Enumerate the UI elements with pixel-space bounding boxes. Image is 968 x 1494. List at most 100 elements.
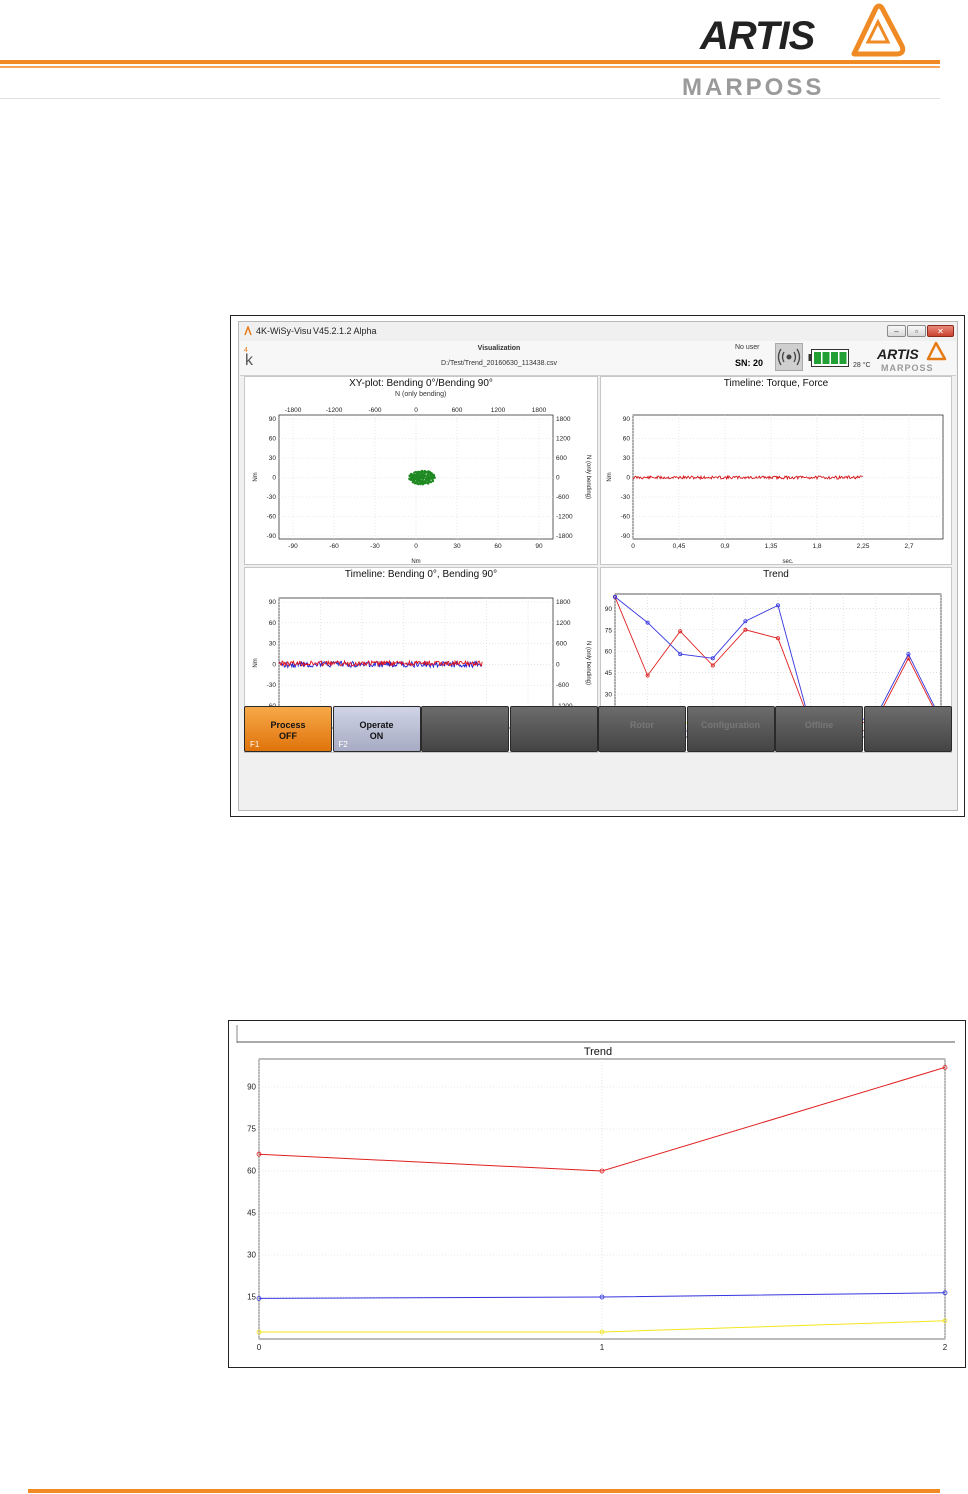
y-tick-label: 30 [269,455,277,462]
xy-point [415,473,418,476]
x-tick-label: 90 [535,543,543,550]
y-tick-label: 90 [269,599,277,606]
x-tick-label: 2 [943,1343,948,1352]
xy-point [410,474,413,477]
xy-point [425,470,428,473]
y-tick-label: 0 [626,475,630,482]
x-tick-label: 1,8 [812,543,821,550]
panel-torque-force: Timeline: Torque, Force 90 60 30 0 -30 -60 -90… [600,376,952,565]
x2-tick-label: 0 [414,407,418,414]
xy-point [428,479,431,482]
function-key-1[interactable]: Process OFF F1 [244,706,332,752]
y2-tick-label: -600 [556,682,569,689]
x-tick-label: -60 [329,543,339,550]
y2-tick-label: -600 [556,494,569,501]
y-tick-label: 30 [269,641,277,648]
marposs-logo-text: MARPOSS [682,74,825,101]
brand-marposs: MARPOSS [881,363,934,373]
wireless-signal-icon [777,348,801,366]
function-key-shortcut: F1 [250,740,260,749]
xy-point [418,480,421,483]
y-tick-label: 30 [623,455,631,462]
x2-tick-label: -1800 [285,407,302,414]
user-status: No user [735,344,760,351]
function-key-8[interactable] [863,706,952,752]
y2-tick-label: 600 [556,455,567,462]
xy-point [417,470,421,473]
app-window: 4K-WiSy-Visu V45.2.1.2 Alpha – ▫ ✕ 4 k V… [238,321,958,811]
x-tick-label: 0 [257,1343,262,1352]
xy-point [420,469,423,473]
4k-logo-icon: 4 k [244,347,254,368]
x-tick-label: 0,9 [720,543,729,550]
torque-chart: 9060300-30-60-900 0,45 0,9 1,35 1,8 2,25 2,7Nm… [607,414,944,565]
xy-point [421,479,424,482]
y2-tick-label: -1200 [556,514,573,521]
function-key-6[interactable]: Configuration [686,706,775,752]
y-tick-label: -60 [621,514,631,521]
maximize-button[interactable]: ▫ [907,325,926,337]
y2-tick-label: 0 [556,475,560,482]
function-key-7[interactable]: Offline [775,706,863,752]
xy-point [426,473,429,476]
x-tick-label: 0 [631,543,635,550]
xy-plot-chart: 9060300-30-60-90180012006000-600-1200-18… [253,407,591,565]
function-key-label: Configuration [701,720,760,730]
x-tick-label: 0,45 [673,543,686,550]
x-tick-label: 30 [453,543,461,550]
xy-point [415,478,419,481]
y-tick-label: 30 [605,692,613,699]
x-tick-label: 1 [600,1343,605,1352]
function-key-5[interactable]: Rotor [598,706,686,752]
x-tick-label: 60 [494,543,502,550]
wireless-status-button[interactable] [775,343,803,371]
function-key-label: Process OFF [270,720,306,741]
y2-tick-label: 1200 [556,436,571,443]
y-tick-label: 90 [269,416,277,423]
x2-tick-label: -600 [368,407,381,414]
app-icon [244,326,252,336]
window-title: 4K-WiSy-Visu [256,326,312,336]
trend-zoom-chart: Trend 90 75 60 45 30 15 0 1 2 [236,1025,955,1352]
xy-point [428,472,431,475]
y-tick-label: -30 [267,494,277,501]
y-tick-label: 60 [269,620,277,627]
bending-right-axis-label: N (only bending) [585,641,591,685]
x2-tick-label: 600 [452,407,463,414]
header-title: Visualization [477,345,521,352]
svg-text:k: k [245,352,254,368]
x2-tick-label: 1800 [532,407,547,414]
serial-number: SN: 20 [735,358,764,368]
y-tick-label: 75 [605,627,613,634]
x2-tick-label: -1200 [326,407,343,414]
y2-tick-label: 1800 [556,416,571,423]
y-tick-label: 60 [623,436,631,443]
y-tick-label: 60 [605,649,613,656]
torque-left-axis-label: Nm [607,472,613,481]
file-path: D:/Test/Trend_20160630_113438.csv [441,360,557,367]
y2-tick-label: 600 [556,641,567,648]
function-key-2[interactable]: Operate ON F2 [332,706,421,752]
function-key-4[interactable] [509,706,598,752]
footer-orange-rule [28,1489,940,1493]
xy-point [409,476,412,479]
xy-point [413,471,416,474]
trend-zoom-title: Trend [584,1046,612,1058]
y-tick-label: 60 [247,1167,256,1176]
close-button[interactable]: ✕ [927,325,954,337]
artis-triangle-logo [851,3,906,57]
xy-bottom-axis-label: Nm [411,559,420,565]
bending-left-axis-label: Nm [253,658,259,667]
panel-xy-plot: XY-plot: Bending 0°/Bending 90° N (only … [244,376,598,565]
header-orange-rule [0,60,940,64]
xy-point [423,474,426,477]
y-tick-label: 90 [605,606,613,613]
y-tick-label: 45 [247,1209,256,1218]
xy-point [427,470,430,473]
y2-tick-label: 1800 [556,599,571,606]
x-tick-label: 1,35 [765,543,778,550]
minimize-button[interactable]: – [887,325,906,337]
y-tick-label: -60 [267,514,277,521]
function-key-3[interactable] [421,706,509,752]
xy-point [424,482,427,485]
